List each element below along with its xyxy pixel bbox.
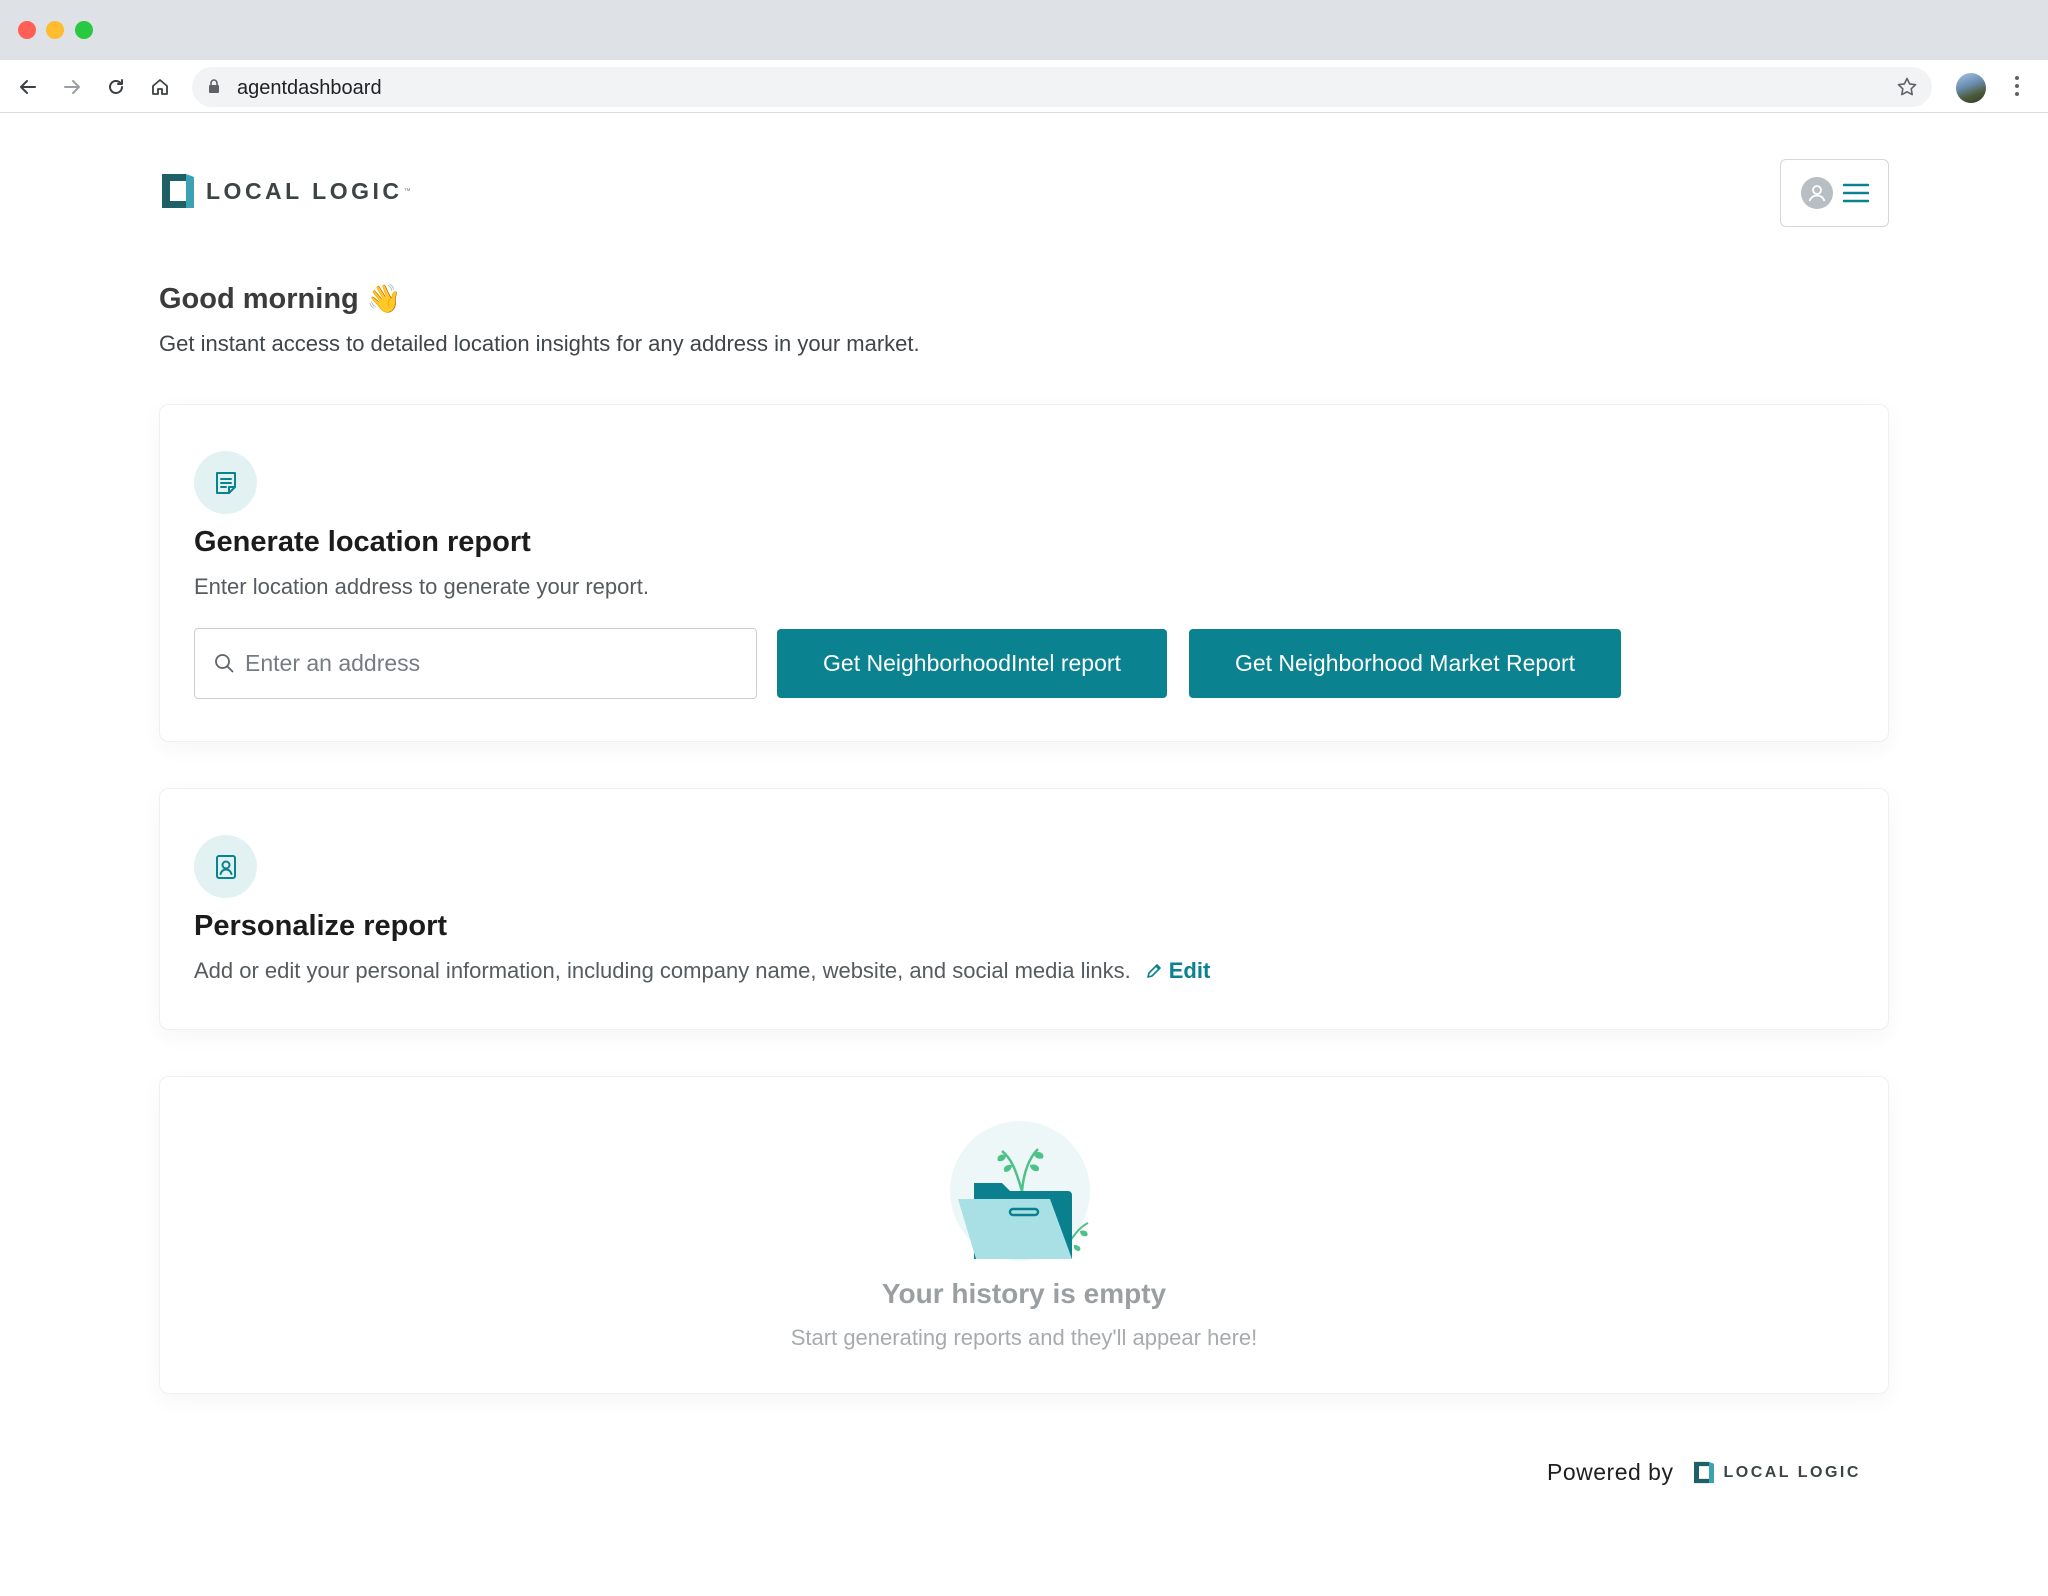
logo-mark-icon [162, 174, 194, 208]
history-empty-subtitle: Start generating reports and they'll app… [790, 1325, 1258, 1350]
history-empty-title: Your history is empty [881, 1278, 1167, 1309]
window-maximize-button[interactable] [75, 21, 93, 39]
history-card: Your history is empty Start generating r… [159, 1076, 1889, 1394]
report-icon-circle [194, 451, 257, 514]
wave-emoji: 👋 [366, 283, 402, 314]
pencil-icon [1146, 964, 1161, 978]
edit-link-label: Edit [1168, 958, 1211, 983]
get-neighborhoodintel-report-button[interactable]: Get NeighborhoodIntel report [777, 629, 1167, 698]
personalize-icon-circle [194, 835, 257, 898]
powered-by-label: Powered by [1547, 1459, 1674, 1485]
edit-link[interactable]: Edit [1145, 958, 1211, 984]
back-button[interactable] [11, 70, 45, 104]
id-badge-icon [215, 854, 236, 879]
browser-menu-button[interactable] [2010, 74, 2024, 100]
arrow-right-icon [64, 80, 80, 94]
browser-toolbar: agentdashboard [0, 60, 2048, 113]
browser-profile-avatar[interactable] [1956, 73, 1986, 103]
page-title: Good morning 👋 [159, 282, 402, 316]
home-button[interactable] [143, 70, 177, 104]
generate-report-description: Enter location address to generate your … [194, 574, 649, 599]
window-minimize-button[interactable] [46, 21, 64, 39]
forward-button[interactable] [55, 70, 89, 104]
account-menu-button[interactable] [1780, 159, 1889, 227]
lock-icon [209, 79, 219, 93]
address-search-field[interactable] [194, 628, 757, 699]
personalize-report-title: Personalize report [194, 910, 448, 942]
window-close-button[interactable] [18, 21, 36, 39]
personalize-report-description: Add or edit your personal information, i… [194, 958, 1131, 983]
search-icon [215, 654, 234, 673]
footer-local-logic-logo[interactable]: LOCAL LOGIC [1694, 1461, 1860, 1484]
personalize-report-description-row: Add or edit your personal information, i… [194, 958, 1210, 984]
generate-report-card: Generate location report Enter location … [159, 404, 1889, 742]
folder-plant-illustration [950, 1121, 1090, 1261]
reload-icon [109, 79, 123, 94]
address-input[interactable] [245, 629, 745, 698]
powered-by-footer: Powered by LOCAL LOGIC [1547, 1459, 1861, 1486]
reload-button[interactable] [99, 70, 133, 104]
footer-logo-text: LOCAL LOGIC [1723, 1463, 1861, 1481]
url-text: agentdashboard [237, 77, 382, 99]
home-icon [152, 79, 168, 95]
greeting-text: Good morning [159, 283, 359, 315]
get-neighborhood-market-report-button[interactable]: Get Neighborhood Market Report [1189, 629, 1621, 698]
personalize-report-card: Personalize report Add or edit your pers… [159, 788, 1889, 1030]
browser-titlebar [0, 0, 2048, 60]
star-icon[interactable] [1896, 76, 1918, 98]
logo-text: LOCAL LOGIC [206, 177, 403, 204]
local-logic-logo[interactable]: LOCAL LOGIC ™ [162, 174, 411, 208]
address-bar[interactable]: agentdashboard [192, 67, 1932, 107]
hamburger-icon [1842, 183, 1869, 203]
generate-report-title: Generate location report [194, 526, 531, 558]
page-subtitle: Get instant access to detailed location … [159, 331, 920, 356]
document-icon [215, 471, 236, 494]
user-icon [1800, 177, 1833, 209]
logo-mark-icon [1694, 1461, 1715, 1484]
arrow-left-icon [20, 80, 36, 94]
